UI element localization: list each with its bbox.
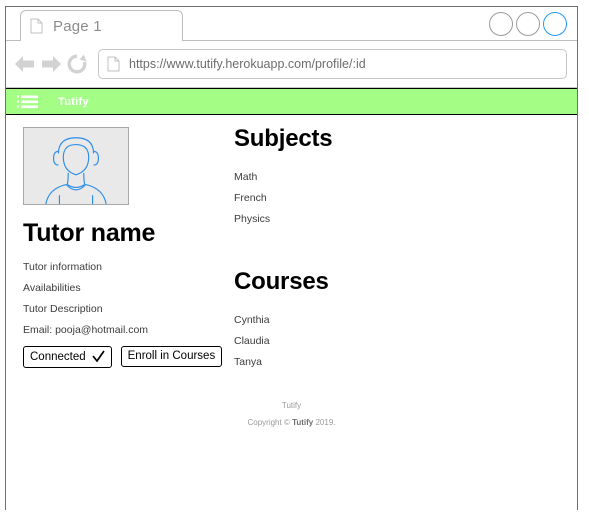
enroll-button-label: Enroll in Courses bbox=[127, 350, 216, 362]
listings-column: Subjects Math French Physics Courses Cyn… bbox=[234, 125, 534, 377]
list-item[interactable]: Physics bbox=[234, 213, 534, 226]
page-content: Tutor name Tutor information Availabilit… bbox=[6, 115, 577, 509]
footer-copyright-brand: Tutify bbox=[292, 418, 314, 427]
footer-brand: Tutify bbox=[281, 401, 302, 410]
footer-copyright-prefix: Copyright © bbox=[247, 418, 293, 427]
list-item[interactable]: Math bbox=[234, 171, 534, 184]
person-placeholder-icon bbox=[23, 127, 129, 205]
list-item[interactable]: Tanya bbox=[234, 356, 534, 369]
profile-details: Tutor information Availabilities Tutor D… bbox=[23, 261, 233, 337]
url-text: https://www.tutify.herokuapp.com/profile… bbox=[129, 57, 366, 71]
page-icon bbox=[107, 56, 120, 72]
tab-strip: Page 1 bbox=[6, 7, 577, 41]
page-title: Tutor name bbox=[23, 219, 156, 247]
connected-button[interactable]: Connected bbox=[23, 346, 112, 368]
back-arrow-icon[interactable] bbox=[12, 51, 38, 77]
tab-page-1[interactable]: Page 1 bbox=[20, 10, 183, 41]
courses-list: Cynthia Claudia Tanya bbox=[234, 314, 534, 369]
app-navbar: Tutify bbox=[6, 88, 577, 115]
footer-copyright-suffix: 2019. bbox=[313, 418, 336, 427]
profile-detail-information: Tutor information bbox=[23, 261, 102, 273]
subjects-list: Math French Physics bbox=[234, 171, 534, 226]
list-item[interactable]: Cynthia bbox=[234, 314, 534, 327]
profile-detail-email: Email: pooja@hotmail.com bbox=[23, 324, 149, 336]
profile-detail-description: Tutor Description bbox=[23, 303, 103, 315]
browser-window: Page 1 https://www.tutify.herokuapp.com/… bbox=[5, 6, 578, 511]
connected-button-label: Connected bbox=[30, 350, 86, 363]
subjects-heading: Subjects bbox=[234, 125, 333, 152]
app-brand[interactable]: Tutify bbox=[58, 96, 89, 108]
window-controls bbox=[489, 12, 567, 36]
footer-copyright: Copyright © Tutify 2019. bbox=[6, 417, 577, 429]
close-circle[interactable] bbox=[543, 12, 567, 36]
checkmark-icon bbox=[91, 350, 105, 363]
profile-detail-availabilities: Availabilities bbox=[23, 282, 81, 294]
list-menu-icon[interactable] bbox=[17, 95, 38, 109]
enroll-in-courses-button[interactable]: Enroll in Courses bbox=[120, 346, 223, 367]
page-icon bbox=[30, 18, 43, 34]
address-bar[interactable]: https://www.tutify.herokuapp.com/profile… bbox=[98, 49, 567, 79]
courses-heading: Courses bbox=[234, 268, 329, 295]
list-item[interactable]: Claudia bbox=[234, 335, 534, 348]
forward-arrow-icon[interactable] bbox=[38, 51, 64, 77]
profile-actions: Connected Enroll in Courses bbox=[23, 346, 233, 368]
maximize-circle[interactable] bbox=[516, 12, 540, 36]
list-item[interactable]: French bbox=[234, 192, 534, 205]
page-viewport: Tutify Tutor name Tutor information Avai… bbox=[6, 88, 577, 511]
page-footer: Tutify Copyright © Tutify 2019. bbox=[6, 400, 577, 429]
minimize-circle[interactable] bbox=[489, 12, 513, 36]
browser-toolbar: https://www.tutify.herokuapp.com/profile… bbox=[6, 41, 577, 88]
reload-icon[interactable] bbox=[64, 51, 90, 77]
profile-column: Tutor name Tutor information Availabilit… bbox=[23, 127, 233, 368]
tab-label: Page 1 bbox=[53, 17, 102, 35]
